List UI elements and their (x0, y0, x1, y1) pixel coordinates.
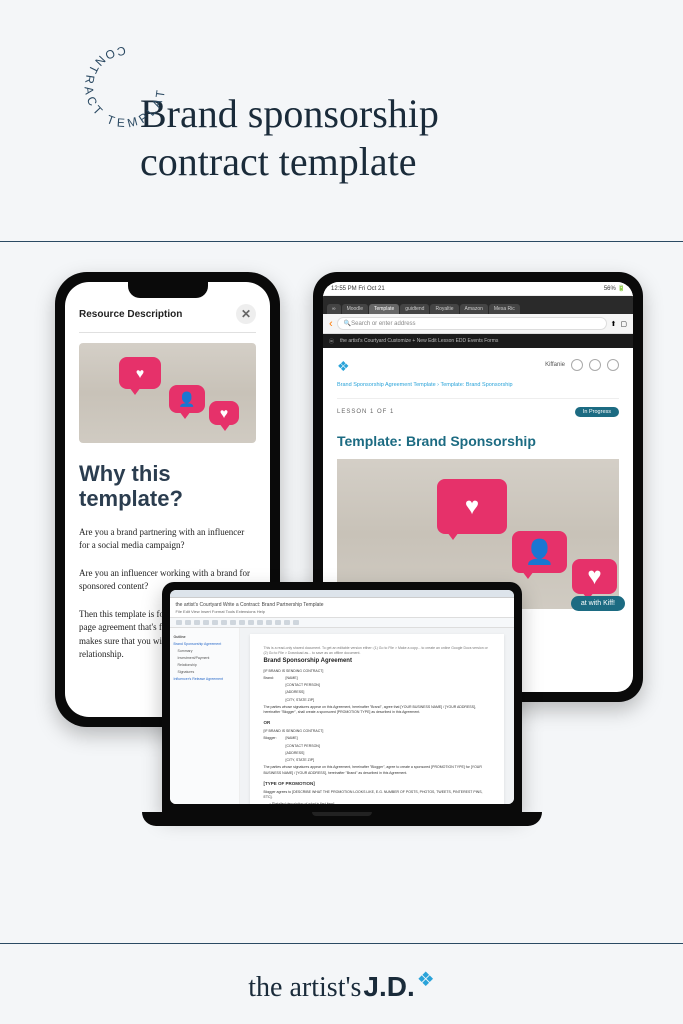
svg-text:CONTRACT TEMPLATE: CONTRACT TEMPLATE (64, 21, 168, 130)
outline-item[interactable]: Summary (174, 648, 235, 655)
brand-logo: the artist's J.D. ❖ (248, 971, 434, 1004)
browser-tab[interactable]: Template (369, 304, 399, 314)
doc-field: Brand:[NAME] (264, 676, 490, 681)
phone-notch (128, 282, 208, 298)
outline-item[interactable]: Signatures (174, 669, 235, 676)
outline-item[interactable]: Investment/Payment (174, 655, 235, 662)
footer-divider (0, 943, 683, 944)
page-header: CONTRACT TEMPLATE Brand sponsorship cont… (0, 0, 683, 216)
heart-bubble-icon: ♥ (209, 401, 239, 425)
doc-or: OR (264, 720, 490, 727)
phone-modal-title: Resource Description (79, 309, 182, 320)
phone-heading: Why this template? (79, 461, 256, 512)
lesson-counter: LESSON 1 OF 1 (337, 409, 394, 415)
laptop-browser-chrome (170, 590, 514, 598)
page-title: Brand sponsorship contract template (140, 90, 633, 186)
heart-bubble-icon: ♥ (119, 357, 161, 389)
browser-tab[interactable]: guidtend (400, 304, 429, 314)
site-logo-icon[interactable]: ❖ (337, 358, 351, 372)
nav-icon[interactable] (607, 359, 619, 371)
outline-item[interactable]: Relationship (174, 662, 235, 669)
doc-field: [ADDRESS] (264, 690, 490, 695)
browser-tab[interactable]: Mesa Ric (489, 304, 520, 314)
doc-bullet: • [Detailed description of what is first… (264, 802, 490, 804)
laptop-mockup: the artist's Courtyard Write a Contract:… (142, 582, 542, 826)
doc-field: [CONTACT PERSON] (264, 744, 490, 749)
doc-field: [CITY, STATE ZIP] (264, 758, 490, 763)
docs-outline-panel[interactable]: Outline Brand Sponsorship Agreement Summ… (170, 628, 240, 804)
doc-field: [CITY, STATE ZIP] (264, 698, 490, 703)
doc-field: Blogger:[NAME] (264, 736, 490, 741)
header-divider (0, 241, 683, 242)
heart-bubble-icon: ♥ (437, 479, 507, 534)
avatar[interactable] (571, 359, 583, 371)
laptop-frame: the artist's Courtyard Write a Contract:… (162, 582, 522, 812)
close-icon[interactable]: ✕ (236, 304, 256, 324)
docs-menu-bar[interactable]: File Edit View Insert Format Tools Exten… (176, 609, 508, 614)
doc-intro: This is a read-only shared document. To … (264, 646, 490, 657)
browser-tab-strip: ∞ Moodle Template guidtend Royaltie Amaz… (323, 296, 633, 314)
user-name[interactable]: Kiffanie (545, 362, 565, 368)
phone-hero-image: ♥ 👤 ♥ (79, 343, 256, 443)
site-header-row: ❖ Kiffanie (337, 358, 619, 372)
doc-title: the artist's Courtyard Write a Contract:… (176, 602, 508, 608)
docs-toolbar[interactable] (170, 618, 514, 628)
doc-subheading: [IF BRAND IS SENDING CONTRACT] (264, 729, 490, 734)
tablet-page-content: ❖ Kiffanie Brand Sponsorship Agreement T… (323, 348, 633, 619)
laptop-screen: the artist's Courtyard Write a Contract:… (170, 590, 514, 804)
splash-icon: ❖ (417, 967, 435, 992)
wp-icon[interactable]: ⓦ (329, 338, 334, 345)
search-icon: 🔍 (344, 320, 351, 327)
share-icon[interactable]: ⬆ (611, 320, 617, 328)
status-time: 12:55 PM Fri Oct 21 (331, 286, 385, 292)
laptop-base (142, 812, 542, 826)
user-bubble-icon: 👤 (169, 385, 205, 413)
doc-field: [CONTACT PERSON] (264, 683, 490, 688)
outline-item[interactable]: Influencer's Release Agreement (174, 676, 235, 683)
brand-text-1: the artist's (248, 972, 361, 1004)
chat-label: at with Kiff! (581, 600, 615, 607)
back-icon[interactable]: ‹ (329, 318, 333, 330)
status-badge: In Progress (575, 407, 619, 417)
brand-text-2: J.D. (363, 971, 414, 1003)
wp-admin-bar: ⓦ the artist's Courtyard Customize + New… (323, 334, 633, 348)
chat-widget[interactable]: at with Kiff! (571, 596, 625, 611)
browser-tab[interactable]: Amazon (460, 304, 488, 314)
tablet-status-bar: 12:55 PM Fri Oct 21 56% 🔋 (323, 282, 633, 296)
outline-item[interactable]: Brand Sponsorship Agreement (174, 641, 235, 648)
phone-paragraph: Are you a brand partnering with an influ… (79, 526, 256, 553)
doc-field: [ADDRESS] (264, 751, 490, 756)
phone-modal-header: Resource Description ✕ (79, 304, 256, 333)
nav-icon[interactable] (589, 359, 601, 371)
docs-page[interactable]: This is a read-only shared document. To … (250, 634, 504, 804)
docs-title-bar: the artist's Courtyard Write a Contract:… (170, 598, 514, 618)
browser-tab[interactable]: Moodle (342, 304, 368, 314)
heart-bubble-icon: ♥ (572, 559, 617, 594)
lesson-title: Template: Brand Sponsorship (337, 433, 619, 449)
address-input[interactable]: 🔍 Search or enter address (337, 317, 607, 330)
browser-tab[interactable]: Royaltie (430, 304, 458, 314)
breadcrumb[interactable]: Brand Sponsorship Agreement Template › T… (337, 382, 619, 388)
circular-badge: CONTRACT TEMPLATE (70, 32, 180, 142)
lesson-meta-row: LESSON 1 OF 1 In Progress (337, 398, 619, 417)
browser-url-bar: ‹ 🔍 Search or enter address ⬆ ▢ (323, 314, 633, 334)
doc-paragraph: The parties whose signatures appear on t… (264, 765, 490, 776)
doc-subheading: [IF BRAND IS SENDING CONTRACT] (264, 669, 490, 674)
user-bubble-icon: 👤 (512, 531, 567, 573)
doc-section-heading: [TYPE OF PROMOTION] (264, 781, 490, 788)
docs-page-area: This is a read-only shared document. To … (240, 628, 514, 804)
address-placeholder: Search or enter address (351, 321, 415, 327)
doc-paragraph: Blogger agrees to [DESCRIBE WHAT THE PRO… (264, 790, 490, 801)
outline-heading: Outline (174, 634, 235, 641)
doc-heading: Brand Sponsorship Agreement (264, 657, 490, 666)
title-line-2: contract template (140, 139, 417, 184)
docs-body: Outline Brand Sponsorship Agreement Summ… (170, 628, 514, 804)
status-battery: 56% 🔋 (604, 285, 625, 292)
wp-admin-items[interactable]: the artist's Courtyard Customize + New E… (340, 338, 498, 344)
title-line-1: Brand sponsorship (140, 91, 439, 136)
doc-paragraph: The parties whose signatures appear on t… (264, 705, 490, 716)
browser-tab[interactable]: ∞ (327, 304, 341, 314)
tabs-icon[interactable]: ▢ (620, 320, 627, 328)
device-mockups: Resource Description ✕ ♥ 👤 ♥ Why this te… (0, 272, 683, 872)
